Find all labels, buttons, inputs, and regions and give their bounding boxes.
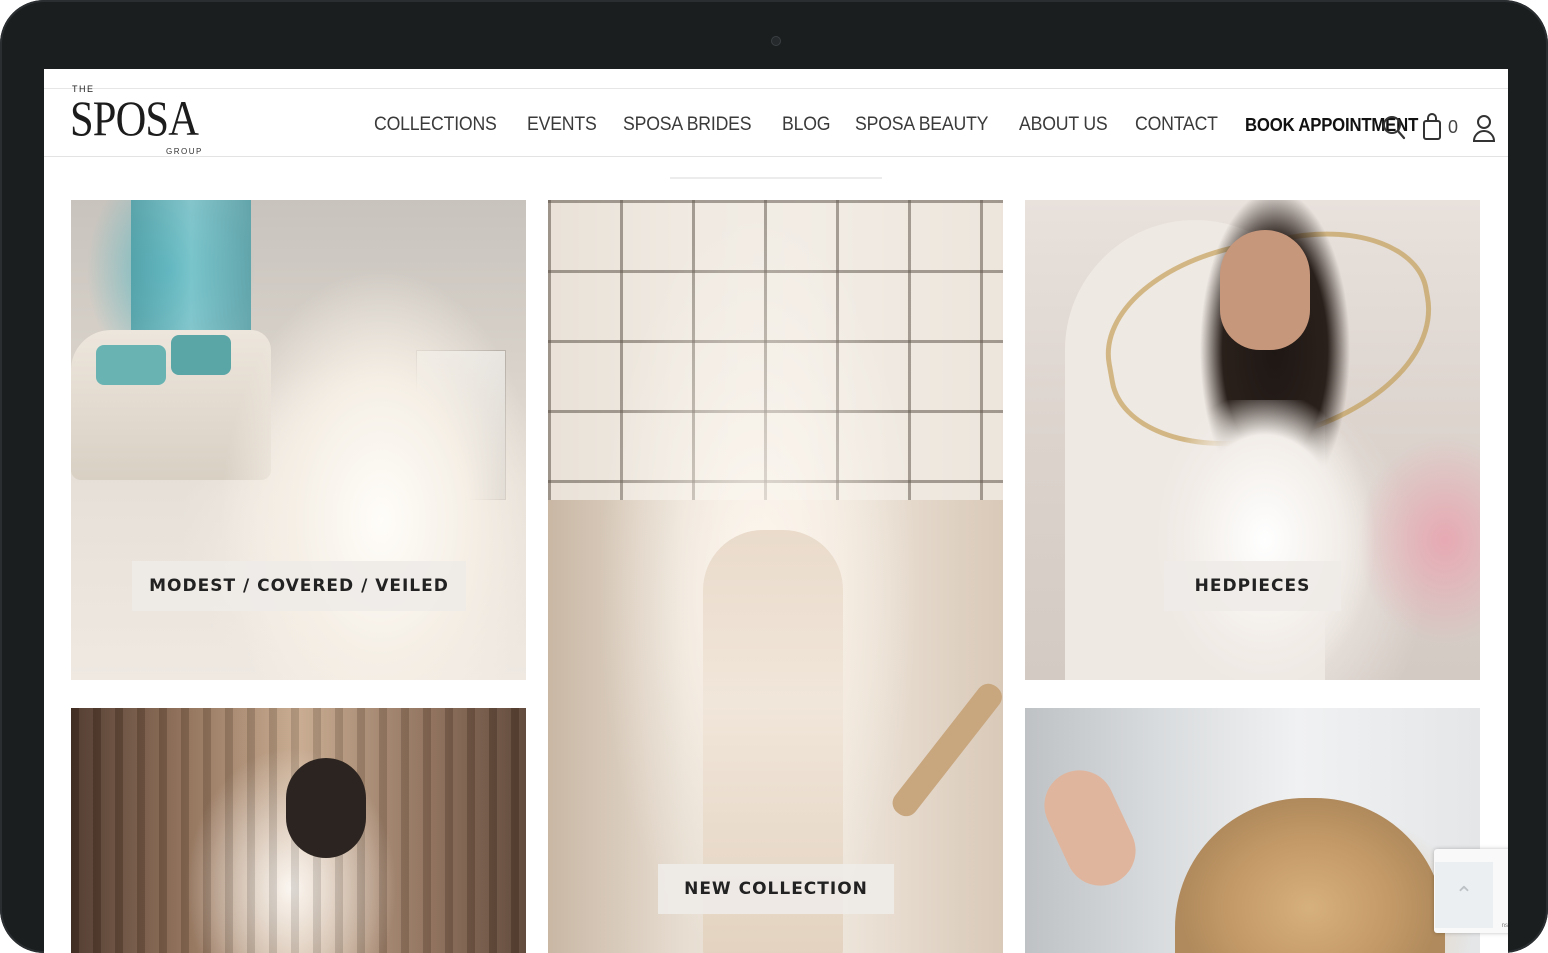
nav-sposa-beauty[interactable]: SPOSA BEAUTY <box>855 114 988 136</box>
head-image-detail <box>286 758 366 858</box>
browser-viewport: THE SPOSA GROUP COLLECTIONS EVENTS SPOSA… <box>44 69 1508 953</box>
recaptcha-text: ns <box>1501 923 1508 929</box>
nav-about-us[interactable]: ABOUT US <box>1019 114 1108 136</box>
tile-label-hedpieces[interactable]: HEDPIECES <box>1164 561 1341 611</box>
back-to-top-button[interactable]: ⌃ <box>1435 862 1493 928</box>
search-icon[interactable] <box>1382 115 1406 146</box>
tile-label-new-collection[interactable]: NEW COLLECTION <box>658 864 894 914</box>
header-icons: 0 <box>1378 113 1503 143</box>
tile-bride-hair[interactable] <box>1025 708 1480 953</box>
nav-contact[interactable]: CONTACT <box>1135 114 1218 136</box>
cart-count: 0 <box>1448 117 1459 137</box>
site-logo[interactable]: THE SPOSA GROUP <box>70 84 210 159</box>
face-image-detail <box>1220 230 1310 350</box>
logo-group: GROUP <box>166 147 203 156</box>
nav-collections[interactable]: COLLECTIONS <box>374 114 497 136</box>
site-header: THE SPOSA GROUP COLLECTIONS EVENTS SPOSA… <box>44 84 1508 157</box>
shopping-bag-icon[interactable] <box>1422 113 1442 146</box>
hand-image-detail <box>1032 758 1148 898</box>
tablet-frame: THE SPOSA GROUP COLLECTIONS EVENTS SPOSA… <box>0 0 1548 953</box>
nav-blog[interactable]: BLOG <box>782 114 831 136</box>
camera-dot <box>771 36 781 46</box>
section-divider <box>670 177 882 179</box>
user-icon[interactable] <box>1472 113 1496 148</box>
main-nav: COLLECTIONS EVENTS SPOSA BRIDES BLOG SPO… <box>374 113 1452 137</box>
hair-image-detail <box>1175 798 1445 953</box>
tile-new-collection[interactable] <box>548 200 1003 953</box>
logo-wordmark: SPOSA <box>70 90 199 146</box>
bodice-image-detail <box>1155 400 1375 680</box>
nav-events[interactable]: EVENTS <box>527 114 597 136</box>
pillow-image-detail <box>96 345 166 385</box>
tile-bride-veil[interactable] <box>71 708 526 953</box>
gown-image-detail <box>221 220 526 680</box>
chevron-up-icon: ⌃ <box>1454 882 1474 907</box>
nav-sposa-brides[interactable]: SPOSA BRIDES <box>623 114 752 136</box>
tile-label-modest[interactable]: MODEST / COVERED / VEILED <box>132 561 466 611</box>
